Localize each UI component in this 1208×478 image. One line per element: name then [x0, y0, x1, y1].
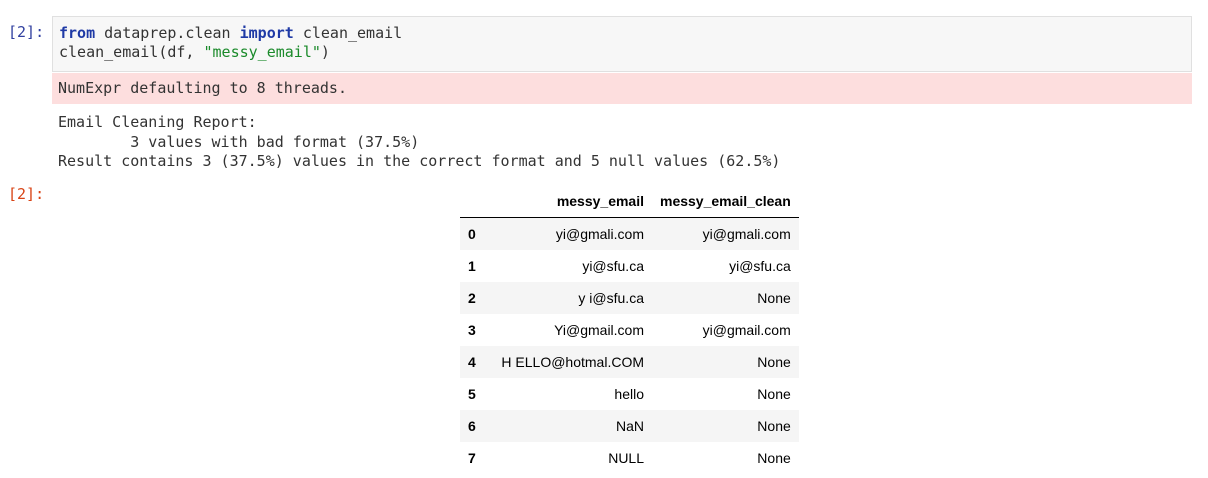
- function-call: clean_email(df,: [59, 43, 204, 61]
- code-cell-editor[interactable]: from dataprep.clean import clean_email c…: [52, 16, 1192, 72]
- table-row: 4 H ELLO@hotmal.COM None: [460, 346, 799, 378]
- index-header: [460, 185, 490, 218]
- cell-messy-email-clean: yi@gmali.com: [702, 226, 791, 242]
- cell-messy-email-clean: None: [757, 290, 791, 306]
- cell-messy-email: hello: [614, 386, 644, 402]
- column-header-messy-email: messy_email: [490, 185, 652, 218]
- column-header-messy-email-clean: messy_email_clean: [652, 185, 799, 218]
- row-index: 1: [468, 258, 476, 274]
- dataframe-table: messy_email messy_email_clean 0 yi@gmali…: [460, 185, 799, 474]
- row-index: 2: [468, 290, 476, 306]
- cell-messy-email: NaN: [615, 418, 644, 434]
- table-row: 0 yi@gmali.com yi@gmali.com: [460, 217, 799, 250]
- cell-messy-email: yi@sfu.ca: [582, 258, 644, 274]
- row-index: 6: [468, 418, 476, 434]
- table-row: 3 Yi@gmail.com yi@gmail.com: [460, 314, 799, 346]
- cell-messy-email-clean: yi@gmail.com: [702, 322, 791, 338]
- cell-messy-email: Yi@gmail.com: [554, 322, 644, 338]
- cell-messy-email-clean: yi@sfu.ca: [729, 258, 791, 274]
- stdout-output: Email Cleaning Report: 3 values with bad…: [58, 113, 780, 172]
- stdout-line: 3 values with bad format (37.5%): [58, 132, 420, 151]
- cell-messy-email-clean: None: [757, 386, 791, 402]
- keyword-import: import: [239, 24, 294, 42]
- cell-messy-email-clean: None: [757, 450, 791, 466]
- module-name: dataprep.clean: [95, 24, 240, 42]
- cell-messy-email: yi@gmali.com: [555, 226, 644, 242]
- row-index: 5: [468, 386, 476, 402]
- cell-messy-email: H ELLO@hotmal.COM: [501, 354, 644, 370]
- table-row: 6 NaN None: [460, 410, 799, 442]
- keyword-from: from: [59, 24, 96, 42]
- stderr-output: NumExpr defaulting to 8 threads.: [52, 73, 1192, 104]
- row-index: 4: [468, 354, 476, 370]
- table-row: 2 y i@sfu.ca None: [460, 282, 799, 314]
- table-header-row: messy_email messy_email_clean: [460, 185, 799, 218]
- call-close: ): [320, 43, 330, 61]
- cell-messy-email: y i@sfu.ca: [578, 290, 644, 306]
- table-row: 1 yi@sfu.ca yi@sfu.ca: [460, 250, 799, 282]
- output-prompt: [2]:: [8, 185, 45, 203]
- cell-messy-email-clean: None: [757, 354, 791, 370]
- table-row: 5 hello None: [460, 378, 799, 410]
- stdout-line: Result contains 3 (37.5%) values in the …: [58, 152, 781, 170]
- row-index: 0: [468, 226, 476, 242]
- string-literal: "messy_email": [203, 43, 321, 61]
- table-row: 7 NULL None: [460, 442, 799, 474]
- row-index: 3: [468, 322, 476, 338]
- stdout-line: Email Cleaning Report:: [58, 113, 257, 131]
- input-prompt: [2]:: [8, 23, 45, 41]
- cell-messy-email-clean: None: [757, 418, 791, 434]
- cell-messy-email: NULL: [608, 450, 644, 466]
- row-index: 7: [468, 450, 476, 466]
- imported-name: clean_email: [293, 24, 403, 42]
